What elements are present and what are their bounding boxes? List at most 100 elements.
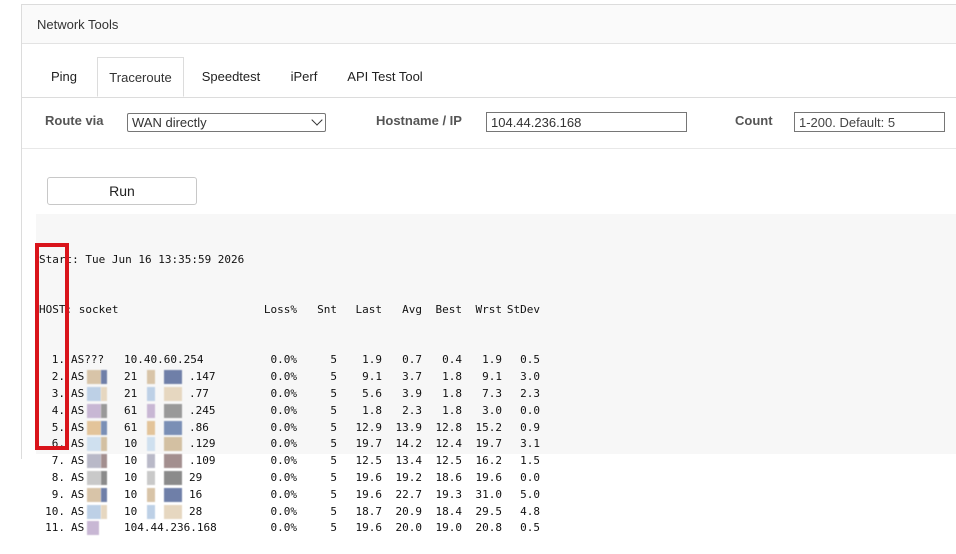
redaction-block: [164, 420, 182, 435]
hop-avg: 13.9: [395, 420, 423, 434]
hop-ip: 61: [124, 420, 138, 434]
hop-snt: 5: [330, 403, 337, 417]
hop-snt: 5: [330, 420, 337, 434]
count-label: Count: [735, 113, 773, 128]
redaction-block: [147, 403, 155, 418]
hop-avg: 3.7: [402, 370, 422, 384]
tab-ping[interactable]: Ping: [43, 57, 85, 97]
hop-last: 12.5: [355, 454, 383, 468]
hop-ip: 21: [124, 386, 138, 400]
hop-stdev: 3.0: [520, 370, 540, 384]
tab-api-test-tool[interactable]: API Test Tool: [345, 57, 425, 97]
hop-as: AS: [71, 370, 85, 384]
hop-last: 18.7: [355, 504, 383, 518]
hop-last: 19.6: [355, 487, 383, 501]
route-via-value: WAN directly: [132, 115, 207, 130]
hop-loss: 0.0%: [270, 487, 298, 501]
redaction-block: [164, 470, 182, 485]
redaction-block: [147, 420, 155, 435]
hop-wrst: 20.8: [475, 521, 503, 535]
hostname-input[interactable]: [486, 112, 687, 132]
redaction-block: [87, 437, 101, 452]
hop-avg: 20.0: [395, 521, 423, 535]
hop-stdev: 5.0: [520, 487, 540, 501]
hop-stdev: 1.5: [520, 454, 540, 468]
hop-as: AS: [71, 386, 85, 400]
col-loss: Loss%: [263, 302, 297, 316]
hop-avg: 14.2: [395, 437, 423, 451]
hop-loss: 0.0%: [270, 403, 298, 417]
hop-row: 2. AS 21 0.0% 5 9.1 3.7 1.8 9.1 3.0.147: [39, 369, 540, 386]
hop-row: 1. AS??? 10.40.60.254 0.0% 5 1.9 0.7 0.4 1.9 0.5: [39, 352, 540, 369]
hop-loss: 0.0%: [270, 521, 298, 535]
hop-row: 4. AS 61 0.0% 5 1.8 2.3 1.8 3.0 0.0.245: [39, 403, 540, 420]
hop-ip: 21: [124, 370, 138, 384]
redaction-block: [87, 521, 99, 536]
tab-iperf[interactable]: iPerf: [286, 57, 322, 97]
tab-speedtest[interactable]: Speedtest: [198, 57, 264, 97]
hop-snt: 5: [330, 353, 337, 367]
hop-wrst: 15.2: [475, 420, 503, 434]
hop-ip: 10: [124, 454, 138, 468]
redaction-block: [87, 420, 101, 435]
hop-avg: 19.2: [395, 470, 423, 484]
hop-loss: 0.0%: [270, 386, 298, 400]
hop-snt: 5: [330, 370, 337, 384]
redaction-block: [147, 470, 155, 485]
redaction-block: [147, 386, 155, 401]
hop-stdev: 3.1: [520, 437, 540, 451]
hop-row: 10. AS 10 0.0% 5 18.7 20.9 18.4 29.5 4.8 28: [39, 504, 540, 521]
hop-as: AS: [71, 420, 85, 434]
hop-best: 12.4: [435, 437, 463, 451]
redaction-block: [101, 420, 107, 435]
hop-last: 19.6: [355, 521, 383, 535]
count-input[interactable]: [794, 112, 945, 132]
hop-loss: 0.0%: [270, 353, 298, 367]
redaction-block: [87, 504, 101, 519]
hop-number: 11.: [45, 521, 65, 535]
hop-wrst: 16.2: [475, 454, 503, 468]
hop-as: AS???: [71, 353, 105, 367]
redaction-block: [164, 437, 182, 452]
hop-last: 12.9: [355, 420, 383, 434]
hop-last: 1.9: [362, 353, 382, 367]
col-snt: Snt: [317, 302, 337, 316]
hop-number: 9.: [51, 487, 65, 501]
panel-title: Network Tools: [37, 16, 119, 32]
hop-row: 8. AS 10 0.0% 5 19.6 19.2 18.6 19.6 0.0 29: [39, 470, 540, 487]
hop-stdev: 0.5: [520, 521, 540, 535]
hop-best: 1.8: [442, 386, 462, 400]
hop-as: AS: [71, 487, 85, 501]
hop-ip: 10.40.60.254: [124, 353, 204, 367]
hop-best: 12.8: [435, 420, 463, 434]
hop-last: 19.6: [355, 470, 383, 484]
hop-stdev: 2.3: [520, 386, 540, 400]
hop-snt: 5: [330, 521, 337, 535]
hop-as: AS: [71, 521, 85, 535]
header-line: HOST: socket Loss% Snt Last Avg Best Wrs…: [39, 302, 540, 319]
redaction-block: [164, 504, 182, 519]
hop-snt: 5: [330, 470, 337, 484]
hop-last: 9.1: [362, 370, 382, 384]
col-wrst: Wrst: [475, 302, 503, 316]
tab-traceroute[interactable]: Traceroute: [97, 57, 184, 97]
tab-bar: Ping Traceroute Speedtest iPerf API Test…: [22, 57, 956, 98]
hop-snt: 5: [330, 504, 337, 518]
redaction-block: [101, 487, 107, 502]
hop-snt: 5: [330, 386, 337, 400]
redaction-block: [147, 454, 155, 469]
hop-ip-tail: .109: [189, 454, 216, 468]
redaction-block: [164, 370, 182, 385]
hop-stdev: 0.9: [520, 420, 540, 434]
hop-best: 18.6: [435, 470, 463, 484]
hop-as: AS: [71, 403, 85, 417]
hop-ip-tail: .147: [189, 370, 216, 384]
run-button[interactable]: Run: [47, 177, 197, 205]
hop-ip-tail: .77: [189, 386, 209, 400]
hop-stdev: 0.0: [520, 403, 540, 417]
hop-ip-tail: 29: [189, 470, 203, 484]
hop-row: 5. AS 61 0.0% 5 12.9 13.9 12.8 15.2 0.9.86: [39, 420, 540, 437]
route-via-select[interactable]: WAN directly: [127, 113, 326, 132]
redaction-block: [101, 504, 107, 519]
hop-ip: 10: [124, 504, 138, 518]
